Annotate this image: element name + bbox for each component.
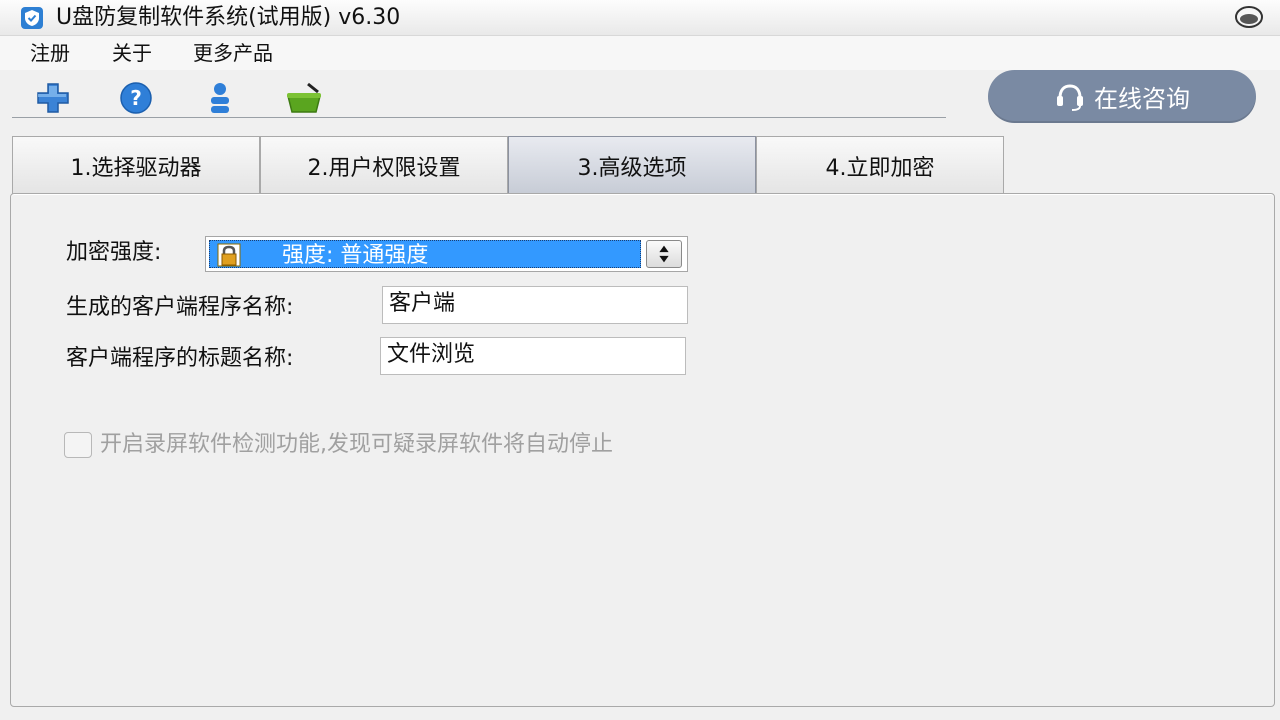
tab-user-permissions[interactable]: 2.用户权限设置 — [260, 136, 508, 194]
tab-bar: 1.选择驱动器 2.用户权限设置 3.高级选项 4.立即加密 — [12, 136, 1006, 194]
tab-advanced-options[interactable]: 3.高级选项 — [508, 136, 756, 194]
lock-icon — [217, 243, 241, 267]
toolbar-separator — [12, 117, 946, 118]
online-consult-button[interactable]: 在线咨询 — [988, 70, 1256, 123]
menu-register[interactable]: 注册 — [30, 40, 70, 66]
tab-select-drive[interactable]: 1.选择驱动器 — [12, 136, 260, 194]
screen-record-checkbox[interactable] — [64, 432, 92, 458]
client-title-label: 客户端程序的标题名称: — [66, 346, 294, 371]
headset-icon — [1057, 83, 1083, 111]
basket-icon[interactable] — [282, 80, 326, 116]
strength-select-value: 强度: 普通强度 — [282, 243, 429, 268]
screen-record-label: 开启录屏软件检测功能,发现可疑录屏软件将自动停止 — [100, 432, 613, 457]
user-icon[interactable] — [198, 80, 242, 116]
menu-more-products[interactable]: 更多产品 — [193, 40, 273, 66]
client-name-label: 生成的客户端程序名称: — [66, 295, 294, 320]
help-icon[interactable]: ? — [114, 80, 158, 116]
shield-icon — [21, 7, 43, 29]
svg-text:?: ? — [130, 86, 142, 110]
tab-encrypt-now[interactable]: 4.立即加密 — [756, 136, 1004, 194]
spin-arrows-icon[interactable] — [646, 240, 682, 268]
add-icon[interactable] — [32, 80, 76, 116]
client-title-input[interactable]: 文件浏览 — [380, 337, 686, 375]
menu-about[interactable]: 关于 — [112, 40, 152, 66]
online-consult-label: 在线咨询 — [1094, 85, 1190, 113]
strength-select-highlight: 强度: 普通强度 — [209, 240, 641, 268]
window-title: U盘防复制软件系统(试用版) v6.30 — [56, 5, 401, 30]
strength-select[interactable]: 强度: 普通强度 — [205, 236, 688, 272]
title-bar: U盘防复制软件系统(试用版) v6.30 — [0, 0, 1280, 36]
strength-label: 加密强度: — [66, 240, 162, 265]
client-name-input[interactable]: 客户端 — [382, 286, 688, 324]
menu-bar: 注册 关于 更多产品 — [0, 36, 1280, 70]
window-control-button[interactable] — [1234, 4, 1264, 30]
